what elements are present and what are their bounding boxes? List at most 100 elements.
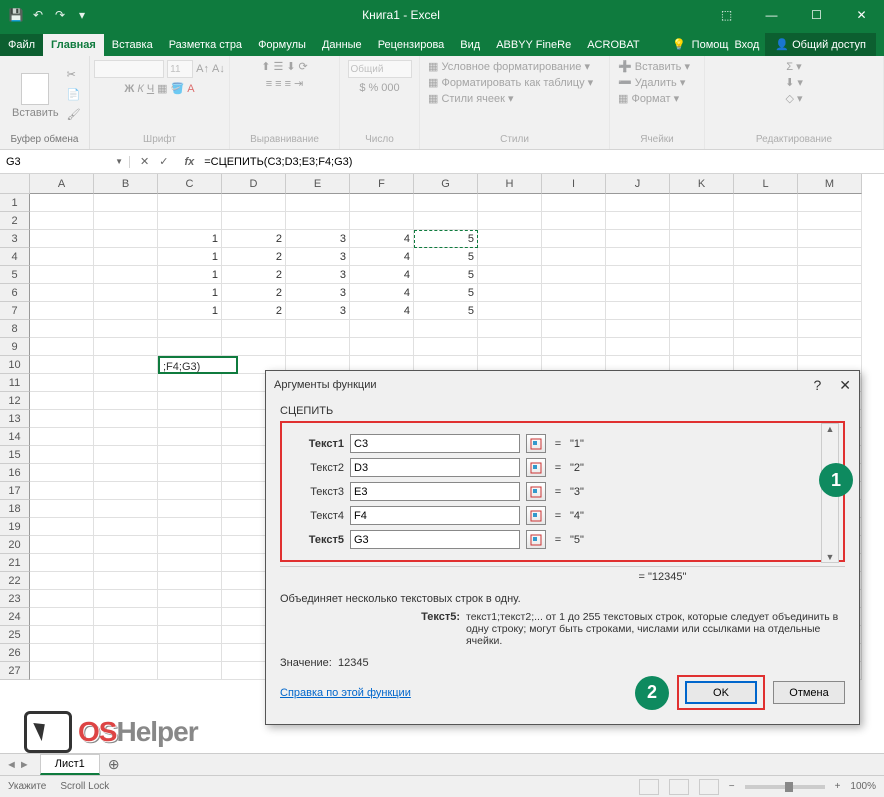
fill-button[interactable]: ⬇ ▾	[785, 76, 803, 89]
row-header[interactable]: 9	[0, 338, 30, 356]
col-header[interactable]: E	[286, 174, 350, 194]
copy-icon[interactable]: 📄	[67, 88, 83, 104]
maximize-button[interactable]: ☐	[794, 0, 839, 30]
cell[interactable]	[478, 338, 542, 356]
row-header[interactable]: 19	[0, 518, 30, 536]
cell[interactable]	[94, 212, 158, 230]
save-icon[interactable]: 💾	[8, 7, 24, 23]
row-header[interactable]: 13	[0, 410, 30, 428]
cell[interactable]	[286, 320, 350, 338]
row-header[interactable]: 3	[0, 230, 30, 248]
cell[interactable]	[542, 266, 606, 284]
cell[interactable]: 4	[350, 266, 414, 284]
autosum-button[interactable]: Σ ▾	[786, 60, 801, 73]
cell[interactable]	[670, 230, 734, 248]
paste-button[interactable]: Вставить	[8, 69, 63, 123]
format-cells-button[interactable]: ▦ Формат ▾	[618, 92, 679, 105]
cell[interactable]	[94, 410, 158, 428]
ribbon-options-icon[interactable]: ⬚	[704, 0, 749, 30]
cell[interactable]	[798, 320, 862, 338]
cell[interactable]	[606, 266, 670, 284]
tab-acrobat[interactable]: ACROBAT	[579, 34, 647, 56]
cell[interactable]	[94, 266, 158, 284]
cell[interactable]	[670, 194, 734, 212]
cell[interactable]	[30, 356, 94, 374]
align-center-icon[interactable]: ≡	[275, 78, 281, 90]
cell[interactable]	[158, 500, 222, 518]
cell[interactable]	[478, 230, 542, 248]
ok-button[interactable]: OK	[685, 681, 757, 704]
row-header[interactable]: 14	[0, 428, 30, 446]
cell[interactable]	[158, 428, 222, 446]
tab-abbyy[interactable]: ABBYY FineRe	[488, 34, 579, 56]
cell[interactable]	[30, 410, 94, 428]
cell[interactable]	[30, 500, 94, 518]
font-color-icon[interactable]: A	[187, 83, 194, 95]
format-table-button[interactable]: ▦ Форматировать как таблицу ▾	[428, 76, 593, 89]
cell[interactable]	[94, 428, 158, 446]
col-header[interactable]: F	[350, 174, 414, 194]
cell[interactable]: 1	[158, 266, 222, 284]
cell[interactable]: 4	[350, 248, 414, 266]
cell[interactable]	[30, 374, 94, 392]
row-header[interactable]: 25	[0, 626, 30, 644]
undo-icon[interactable]: ↶	[30, 7, 46, 23]
sheet-nav-prev-icon[interactable]: ◄	[6, 759, 17, 771]
select-all-corner[interactable]	[0, 174, 30, 194]
cell[interactable]	[542, 284, 606, 302]
row-header[interactable]: 22	[0, 572, 30, 590]
increase-font-icon[interactable]: A↑	[196, 63, 209, 75]
arg-input[interactable]	[350, 482, 520, 501]
cell[interactable]: 2	[222, 266, 286, 284]
cell[interactable]	[798, 284, 862, 302]
cell[interactable]: 1	[158, 248, 222, 266]
cell[interactable]	[94, 644, 158, 662]
cell[interactable]: 3	[286, 302, 350, 320]
cell[interactable]	[94, 518, 158, 536]
cell[interactable]	[158, 572, 222, 590]
cell[interactable]	[734, 302, 798, 320]
cell[interactable]	[350, 212, 414, 230]
cell[interactable]	[30, 266, 94, 284]
cell[interactable]	[158, 482, 222, 500]
cell[interactable]	[94, 572, 158, 590]
cell[interactable]	[798, 266, 862, 284]
minimize-button[interactable]: —	[749, 0, 794, 30]
cell[interactable]	[30, 662, 94, 680]
cell[interactable]	[670, 302, 734, 320]
cell[interactable]	[158, 662, 222, 680]
cell[interactable]: 2	[222, 302, 286, 320]
cell[interactable]	[158, 212, 222, 230]
fx-icon[interactable]: fx	[178, 156, 200, 168]
tab-data[interactable]: Данные	[314, 34, 370, 56]
indent-icon[interactable]: ⇥	[294, 77, 303, 90]
cell[interactable]	[542, 194, 606, 212]
row-header[interactable]: 21	[0, 554, 30, 572]
cell[interactable]: 5	[414, 230, 478, 248]
redo-icon[interactable]: ↷	[52, 7, 68, 23]
arg-input[interactable]	[350, 458, 520, 477]
arg-input[interactable]	[350, 506, 520, 525]
row-header[interactable]: 8	[0, 320, 30, 338]
zoom-in-icon[interactable]: +	[835, 781, 841, 792]
comma-icon[interactable]: 000	[381, 82, 399, 94]
row-header[interactable]: 7	[0, 302, 30, 320]
arg-input[interactable]	[350, 434, 520, 453]
formula-input[interactable]: =СЦЕПИТЬ(C3;D3;E3;F4;G3)	[200, 156, 884, 168]
cell[interactable]: ;F4;G3)	[158, 356, 238, 374]
cell[interactable]	[158, 590, 222, 608]
cell[interactable]	[94, 482, 158, 500]
border-icon[interactable]: ▦	[157, 82, 167, 95]
format-painter-icon[interactable]: 🖌	[67, 108, 83, 124]
cell[interactable]	[542, 230, 606, 248]
cell[interactable]	[94, 374, 158, 392]
clear-button[interactable]: ◇ ▾	[785, 92, 802, 105]
cell[interactable]: 3	[286, 248, 350, 266]
cell[interactable]	[670, 284, 734, 302]
cancel-button[interactable]: Отмена	[773, 681, 845, 704]
cell[interactable]: 4	[350, 302, 414, 320]
cell[interactable]	[94, 320, 158, 338]
cell[interactable]	[542, 248, 606, 266]
cell[interactable]	[350, 194, 414, 212]
cell[interactable]	[606, 248, 670, 266]
